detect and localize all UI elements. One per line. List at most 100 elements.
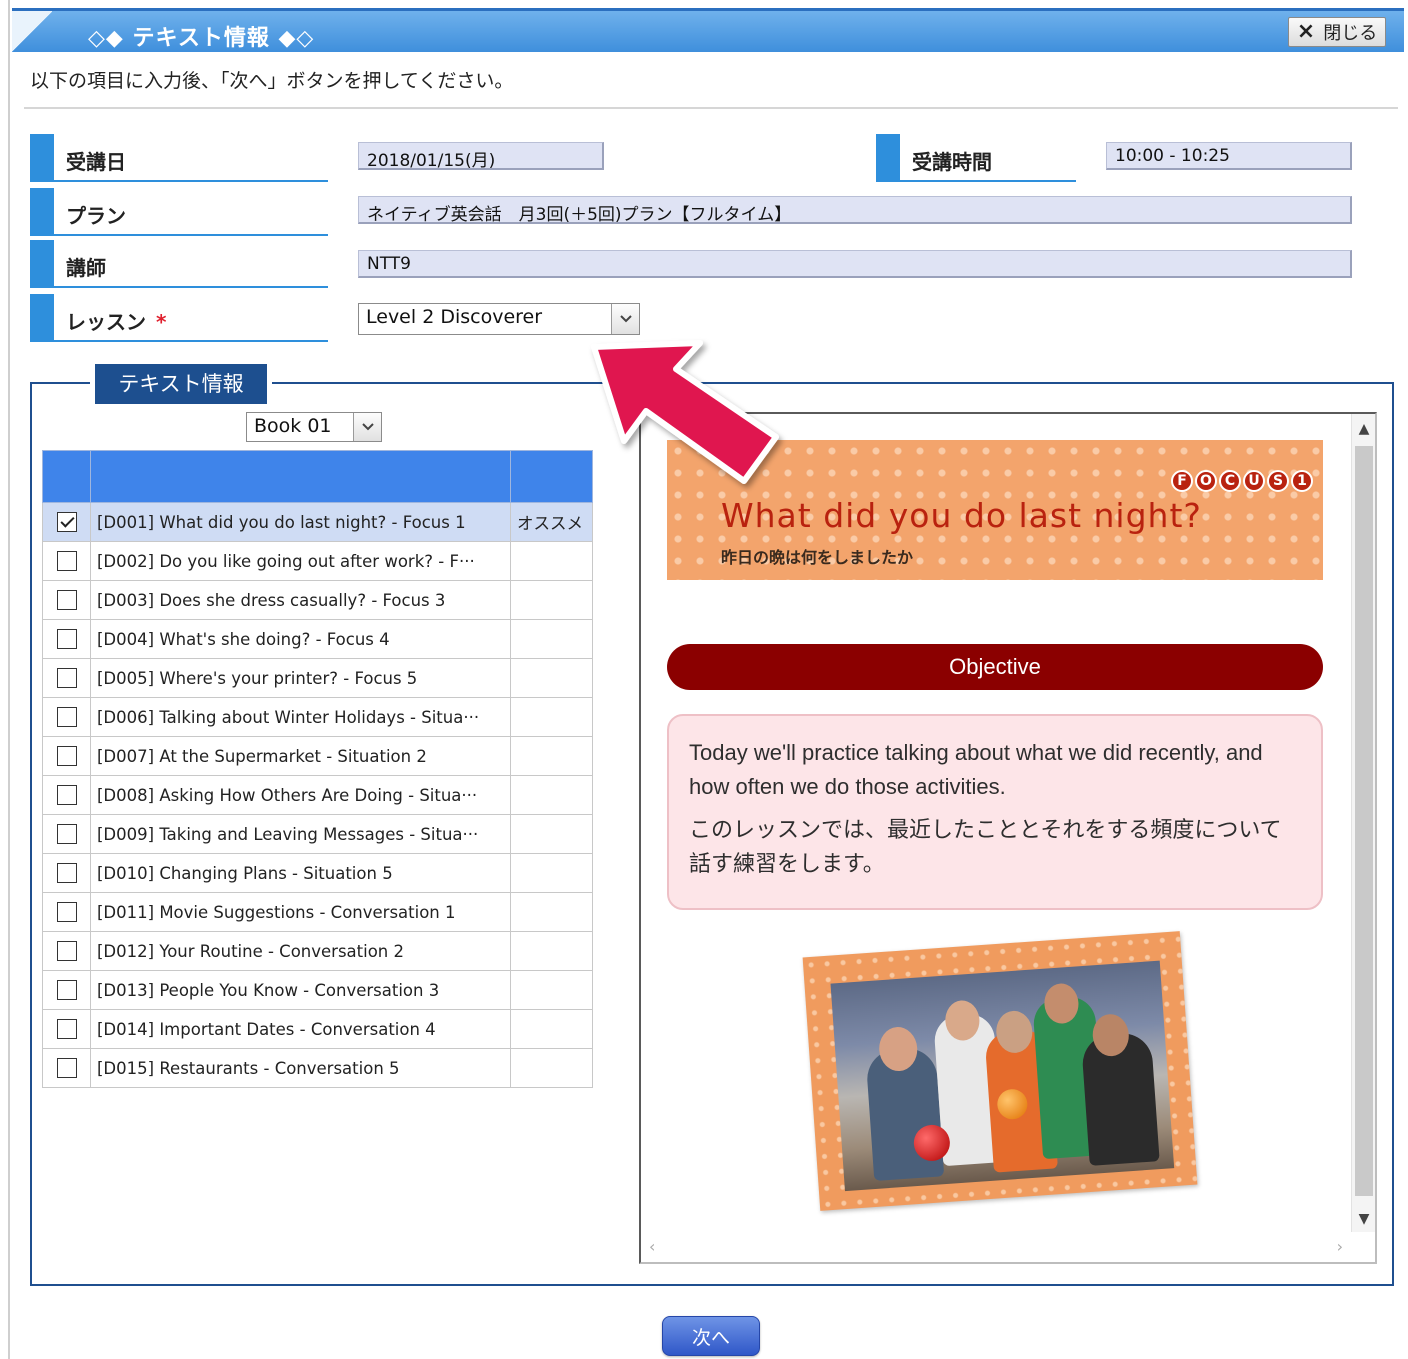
row-checkbox[interactable] xyxy=(56,551,77,572)
lesson-note xyxy=(510,814,593,854)
table-row[interactable]: [D012] Your Routine - Conversation 2 xyxy=(42,931,593,971)
row-checkbox[interactable] xyxy=(56,941,77,962)
lesson-title: [D007] At the Supermarket - Situation 2 xyxy=(90,736,511,776)
lesson-note xyxy=(510,1048,593,1088)
table-row[interactable]: [D010] Changing Plans - Situation 5 xyxy=(42,853,593,893)
badge-letter: F xyxy=(1171,470,1193,492)
lesson-note xyxy=(510,1009,593,1049)
book-select[interactable]: Book 01 xyxy=(246,412,382,442)
vertical-scrollbar[interactable]: ▲ ▼ xyxy=(1351,414,1375,1232)
row-checkbox-cell xyxy=(42,541,91,581)
close-icon: × xyxy=(1296,19,1316,44)
row-checkbox[interactable] xyxy=(56,590,77,611)
lesson-title: [D004] What's she doing? - Focus 4 xyxy=(90,619,511,659)
scroll-thumb[interactable] xyxy=(1355,446,1373,1196)
close-button-label: 閉じる xyxy=(1323,23,1378,44)
focus-badge: F O C U S 1 xyxy=(1171,470,1313,492)
objective-box: Today we'll practice talking about what … xyxy=(667,714,1323,910)
table-row[interactable]: [D005] Where's your printer? - Focus 5 xyxy=(42,658,593,698)
focus-banner: F O C U S 1 What did you do last night? … xyxy=(667,440,1323,580)
row-checkbox[interactable] xyxy=(56,902,77,923)
table-row[interactable]: [D011] Movie Suggestions - Conversation … xyxy=(42,892,593,932)
next-button[interactable]: 次へ xyxy=(662,1316,760,1356)
lesson-note xyxy=(510,658,593,698)
lesson-label-cell: レッスン * xyxy=(30,294,328,342)
plan-value: ネイティブ英会話 月3回(＋5回)プラン【フルタイム】 xyxy=(358,196,1352,224)
table-header-row xyxy=(42,450,593,503)
scroll-right-icon[interactable]: › xyxy=(1337,1237,1343,1256)
badge-letter: 1 xyxy=(1291,470,1313,492)
scroll-up-icon[interactable]: ▲ xyxy=(1352,418,1376,440)
row-checkbox[interactable] xyxy=(56,629,77,650)
badge-letter: S xyxy=(1267,470,1289,492)
lesson-title: [D008] Asking How Others Are Doing - Sit… xyxy=(90,775,511,815)
table-row[interactable]: [D003] Does she dress casually? - Focus … xyxy=(42,580,593,620)
row-checkbox-cell xyxy=(42,853,91,893)
row-checkbox-cell xyxy=(42,502,91,542)
lesson-note xyxy=(510,580,593,620)
lesson-select[interactable]: Level 2 Discoverer xyxy=(358,303,640,335)
lesson-title: [D010] Changing Plans - Situation 5 xyxy=(90,853,511,893)
table-row[interactable]: [D008] Asking How Others Are Doing - Sit… xyxy=(42,775,593,815)
row-checkbox[interactable] xyxy=(56,668,77,689)
divider xyxy=(24,107,1398,109)
lesson-select-value: Level 2 Discoverer xyxy=(366,306,543,328)
text-preview-panel[interactable]: F O C U S 1 What did you do last night? … xyxy=(639,412,1377,1264)
row-checkbox[interactable] xyxy=(56,1058,77,1079)
scroll-down-icon[interactable]: ▼ xyxy=(1352,1208,1376,1230)
lesson-title: [D005] Where's your printer? - Focus 5 xyxy=(90,658,511,698)
header-cell xyxy=(42,450,91,503)
lesson-title: [D006] Talking about Winter Holidays - S… xyxy=(90,697,511,737)
lesson-note xyxy=(510,697,593,737)
lesson-title: [D012] Your Routine - Conversation 2 xyxy=(90,931,511,971)
table-row[interactable]: [D006] Talking about Winter Holidays - S… xyxy=(42,697,593,737)
row-checkbox[interactable] xyxy=(56,863,77,884)
lesson-title: [D003] Does she dress casually? - Focus … xyxy=(90,580,511,620)
table-row[interactable]: [D015] Restaurants - Conversation 5 xyxy=(42,1048,593,1088)
date-value: 2018/01/15(月) xyxy=(358,142,604,170)
badge-letter: C xyxy=(1219,470,1241,492)
table-row[interactable]: [D004] What's she doing? - Focus 4 xyxy=(42,619,593,659)
row-checkbox[interactable] xyxy=(56,1019,77,1040)
plan-label: プラン xyxy=(66,204,126,228)
row-checkbox-cell xyxy=(42,814,91,854)
lesson-note xyxy=(510,619,593,659)
plan-label-cell: プラン xyxy=(30,188,328,236)
row-checkbox-cell xyxy=(42,970,91,1010)
teacher-label: 講師 xyxy=(66,256,106,280)
row-checkbox[interactable] xyxy=(56,824,77,845)
row-checkbox[interactable] xyxy=(56,980,77,1001)
table-row[interactable]: [D013] People You Know - Conversation 3 xyxy=(42,970,593,1010)
lesson-title: [D011] Movie Suggestions - Conversation … xyxy=(90,892,511,932)
horizontal-scrollbar[interactable]: ‹ › xyxy=(641,1232,1353,1262)
objective-english: Today we'll practice talking about what … xyxy=(689,740,1263,799)
row-checkbox[interactable] xyxy=(56,785,77,806)
row-checkbox-cell xyxy=(42,619,91,659)
row-checkbox-cell xyxy=(42,580,91,620)
lesson-note xyxy=(510,775,593,815)
lesson-title: [D009] Taking and Leaving Messages - Sit… xyxy=(90,814,511,854)
lesson-note xyxy=(510,892,593,932)
lesson-title: [D001] What did you do last night? - Foc… xyxy=(90,502,511,542)
lesson-title: [D002] Do you like going out after work?… xyxy=(90,541,511,581)
lesson-title: [D014] Important Dates - Conversation 4 xyxy=(90,1009,511,1049)
table-row[interactable]: [D007] At the Supermarket - Situation 2 xyxy=(42,736,593,776)
date-label: 受講日 xyxy=(66,150,126,174)
row-checkbox[interactable] xyxy=(56,707,77,728)
row-checkbox[interactable] xyxy=(56,746,77,767)
close-button[interactable]: × 閉じる xyxy=(1288,17,1386,47)
badge-letter: U xyxy=(1243,470,1265,492)
window-left-border xyxy=(8,0,10,1359)
lesson-photo-frame xyxy=(802,931,1198,1211)
table-row[interactable]: [D014] Important Dates - Conversation 4 xyxy=(42,1009,593,1049)
table-row[interactable]: [D001] What did you do last night? - Foc… xyxy=(42,502,593,542)
text-info-legend: テキスト情報 xyxy=(90,364,272,404)
time-label: 受講時間 xyxy=(912,150,992,174)
header-cell xyxy=(510,450,593,503)
scroll-left-icon[interactable]: ‹ xyxy=(649,1237,655,1256)
table-row[interactable]: [D002] Do you like going out after work?… xyxy=(42,541,593,581)
row-checkbox[interactable] xyxy=(56,512,77,533)
row-checkbox-cell xyxy=(42,892,91,932)
lesson-note xyxy=(510,931,593,971)
table-row[interactable]: [D009] Taking and Leaving Messages - Sit… xyxy=(42,814,593,854)
